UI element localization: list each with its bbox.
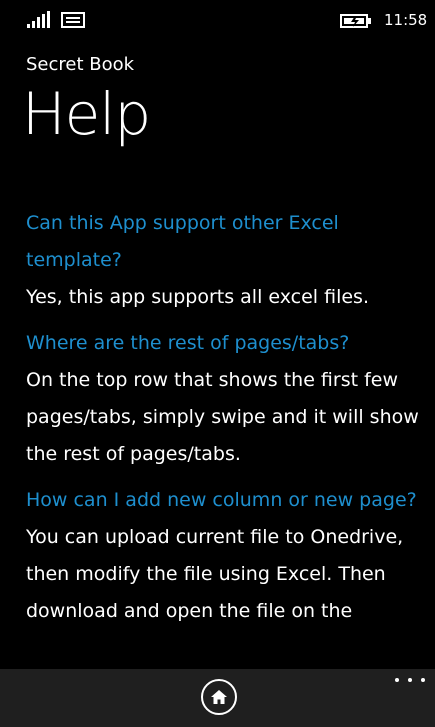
faq-question: Can this App support other Excel templat… (26, 212, 339, 271)
more-button[interactable] (395, 671, 425, 689)
message-icon (61, 12, 85, 28)
more-dots-icon (421, 678, 425, 682)
faq-list[interactable]: Can this App support other Excel templat… (26, 205, 421, 639)
faq-question: Where are the rest of pages/tabs? (26, 332, 350, 354)
page-title: Help (22, 80, 151, 148)
home-icon (211, 690, 227, 704)
home-button[interactable] (201, 679, 237, 715)
app-title: Secret Book (26, 54, 135, 75)
faq-item: How can I add new column or new page? Yo… (26, 482, 421, 630)
more-dots-icon (408, 678, 412, 682)
faq-answer: Yes, this app supports all excel files. (26, 286, 369, 308)
more-dots-icon (395, 678, 399, 682)
app-bar (0, 669, 435, 727)
status-bar: 11:58 (0, 0, 435, 40)
faq-item: Can this App support other Excel templat… (26, 205, 421, 316)
faq-item: Where are the rest of pages/tabs? On the… (26, 325, 421, 473)
status-time: 11:58 (384, 11, 428, 29)
help-screen: 11:58 Secret Book Help Can this App supp… (0, 0, 435, 727)
faq-answer: On the top row that shows the first few … (26, 369, 419, 465)
signal-bars-icon (27, 11, 50, 28)
faq-question: How can I add new column or new page? (26, 489, 417, 511)
battery-charging-icon (340, 14, 371, 28)
faq-answer: You can upload current file to Onedrive,… (26, 526, 404, 622)
